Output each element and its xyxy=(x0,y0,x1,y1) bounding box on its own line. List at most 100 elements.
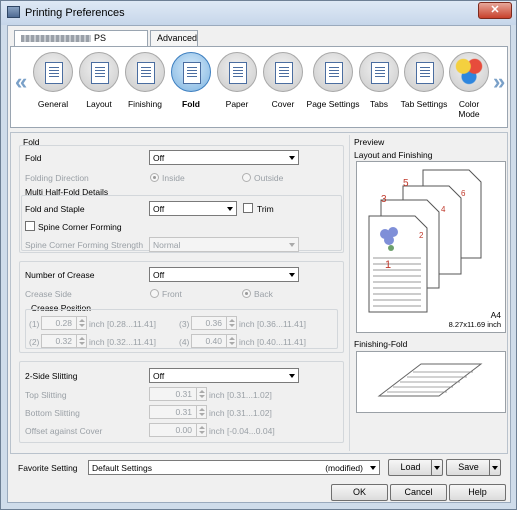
page-number-3: 3 xyxy=(381,194,387,205)
spine-corner-label: Spine Corner Forming xyxy=(38,222,122,232)
offset-cover-spinner[interactable]: 0.00 xyxy=(149,423,207,437)
load-button-label: Load xyxy=(400,462,421,472)
spinner-arrows-icon[interactable] xyxy=(226,335,236,347)
ribbon-item-cover[interactable]: Cover xyxy=(261,50,305,126)
load-button[interactable]: Load xyxy=(388,459,443,476)
tab-ps-label: PS xyxy=(94,33,107,43)
bottom-slitting-range: inch [0.31...1.02] xyxy=(209,408,272,418)
fold-icon xyxy=(171,52,211,92)
tab-advanced-label: Advanced xyxy=(157,33,198,43)
spinner-arrows-icon[interactable] xyxy=(196,424,206,436)
slitting-label: 2-Side Slitting xyxy=(25,371,78,381)
ribbon-item-finishing[interactable]: Finishing xyxy=(123,50,167,126)
ribbon-item-label: Page Settings xyxy=(306,99,360,109)
spinner-arrows-icon[interactable] xyxy=(76,317,86,329)
spine-strength-label: Spine Corner Forming Strength xyxy=(25,240,144,250)
ribbon-item-label: Tabs xyxy=(370,99,388,109)
fold-label: Fold xyxy=(25,153,42,163)
general-icon xyxy=(33,52,73,92)
ribbon-item-page-settings[interactable]: Page Settings xyxy=(305,50,361,126)
tab-ps[interactable]: PS xyxy=(14,30,148,47)
title-bar[interactable]: Printing Preferences ✕ xyxy=(1,1,516,25)
help-button[interactable]: Help xyxy=(449,484,506,501)
tab-advanced[interactable]: Advanced xyxy=(150,30,198,46)
ok-button[interactable]: OK xyxy=(331,484,388,501)
scroll-left-icon[interactable]: « xyxy=(15,69,27,95)
chevron-down-icon xyxy=(289,374,295,378)
crease-3-spinner[interactable]: 0.36 xyxy=(191,316,237,330)
save-split-arrow-icon[interactable] xyxy=(489,460,500,475)
spine-corner-checkbox[interactable] xyxy=(25,221,35,231)
paper-dims-label: 8.27x11.69 inch xyxy=(448,320,501,329)
layout-icon xyxy=(79,52,119,92)
trim-label: Trim xyxy=(257,204,274,214)
ribbon-item-paper[interactable]: Paper xyxy=(215,50,259,126)
inside-label: Inside xyxy=(162,173,185,183)
ribbon-item-color-mode[interactable]: Color Mode xyxy=(447,50,491,126)
ribbon-item-tabs[interactable]: Tabs xyxy=(357,50,401,126)
bottom-slitting-spinner[interactable]: 0.31 xyxy=(149,405,207,419)
bottom-slitting-label: Bottom Slitting xyxy=(25,408,80,418)
ribbon-item-label: Tab Settings xyxy=(400,99,448,109)
page-stack-preview: 5 6 3 4 2 1 xyxy=(368,169,482,313)
ribbon-item-general[interactable]: General xyxy=(31,50,75,126)
crease-1-spinner[interactable]: 0.28 xyxy=(41,316,87,330)
number-of-crease-value: Off xyxy=(153,270,165,280)
front-radio[interactable] xyxy=(150,289,159,298)
scroll-right-icon[interactable]: » xyxy=(493,69,505,95)
printer-icon xyxy=(7,6,20,18)
printing-preferences-window: Printing Preferences ✕ PS Advanced « Gen… xyxy=(0,0,517,510)
top-slitting-value: 0.31 xyxy=(175,389,192,399)
bottom-slitting-value: 0.31 xyxy=(175,407,192,417)
slitting-select[interactable]: Off xyxy=(149,368,299,383)
spinner-arrows-icon[interactable] xyxy=(196,406,206,418)
crease-2-index: (2) xyxy=(29,337,40,347)
favorite-setting-select[interactable]: Default Settings (modified) xyxy=(88,460,380,475)
finishing-icon xyxy=(125,52,165,92)
cancel-button[interactable]: Cancel xyxy=(390,484,447,501)
back-radio[interactable] xyxy=(242,289,251,298)
ribbon-item-label: Color Mode xyxy=(458,99,480,119)
fold-select[interactable]: Off xyxy=(149,150,299,165)
preview-title: Preview xyxy=(354,137,385,147)
crease-3-index: (3) xyxy=(179,319,190,329)
trim-checkbox[interactable] xyxy=(243,203,253,213)
page-settings-icon xyxy=(313,52,353,92)
offset-cover-value: 0.00 xyxy=(175,425,192,435)
paper-size-label: A4 xyxy=(490,310,501,320)
chevron-down-icon xyxy=(289,243,295,247)
spinner-arrows-icon[interactable] xyxy=(226,317,236,329)
page-number-1: 1 xyxy=(385,259,391,271)
folding-direction-label: Folding Direction xyxy=(25,173,89,183)
chevron-down-icon xyxy=(289,156,295,160)
save-button[interactable]: Save xyxy=(446,459,501,476)
number-of-crease-label: Number of Crease xyxy=(25,270,95,280)
crease-2-spinner[interactable]: 0.32 xyxy=(41,334,87,348)
ribbon-item-fold[interactable]: Fold xyxy=(169,50,213,126)
fold-staple-select[interactable]: Off xyxy=(149,201,237,216)
inside-radio[interactable] xyxy=(150,173,159,182)
chevron-down-icon xyxy=(227,207,233,211)
finishing-fold-preview-box xyxy=(356,351,506,413)
number-of-crease-select[interactable]: Off xyxy=(149,267,299,282)
load-split-arrow-icon[interactable] xyxy=(431,460,442,475)
redacted-printer-name xyxy=(21,35,91,43)
spine-strength-value: Normal xyxy=(153,240,181,250)
offset-cover-label: Offset against Cover xyxy=(25,426,103,436)
page-number-5: 5 xyxy=(403,178,409,189)
close-button[interactable]: ✕ xyxy=(478,2,512,19)
crease-1-index: (1) xyxy=(29,319,40,329)
outside-radio[interactable] xyxy=(242,173,251,182)
tab-settings-icon xyxy=(404,52,444,92)
cover-icon xyxy=(263,52,303,92)
spine-strength-select[interactable]: Normal xyxy=(149,237,299,252)
chevron-down-icon xyxy=(289,273,295,277)
crease-4-spinner[interactable]: 0.40 xyxy=(191,334,237,348)
spinner-arrows-icon[interactable] xyxy=(76,335,86,347)
ribbon-item-layout[interactable]: Layout xyxy=(77,50,121,126)
ribbon-item-tab-settings[interactable]: Tab Settings xyxy=(399,50,449,126)
top-slitting-spinner[interactable]: 0.31 xyxy=(149,387,207,401)
spinner-arrows-icon[interactable] xyxy=(196,388,206,400)
fold-staple-value: Off xyxy=(153,204,165,214)
crease-side-label: Crease Side xyxy=(25,289,72,299)
